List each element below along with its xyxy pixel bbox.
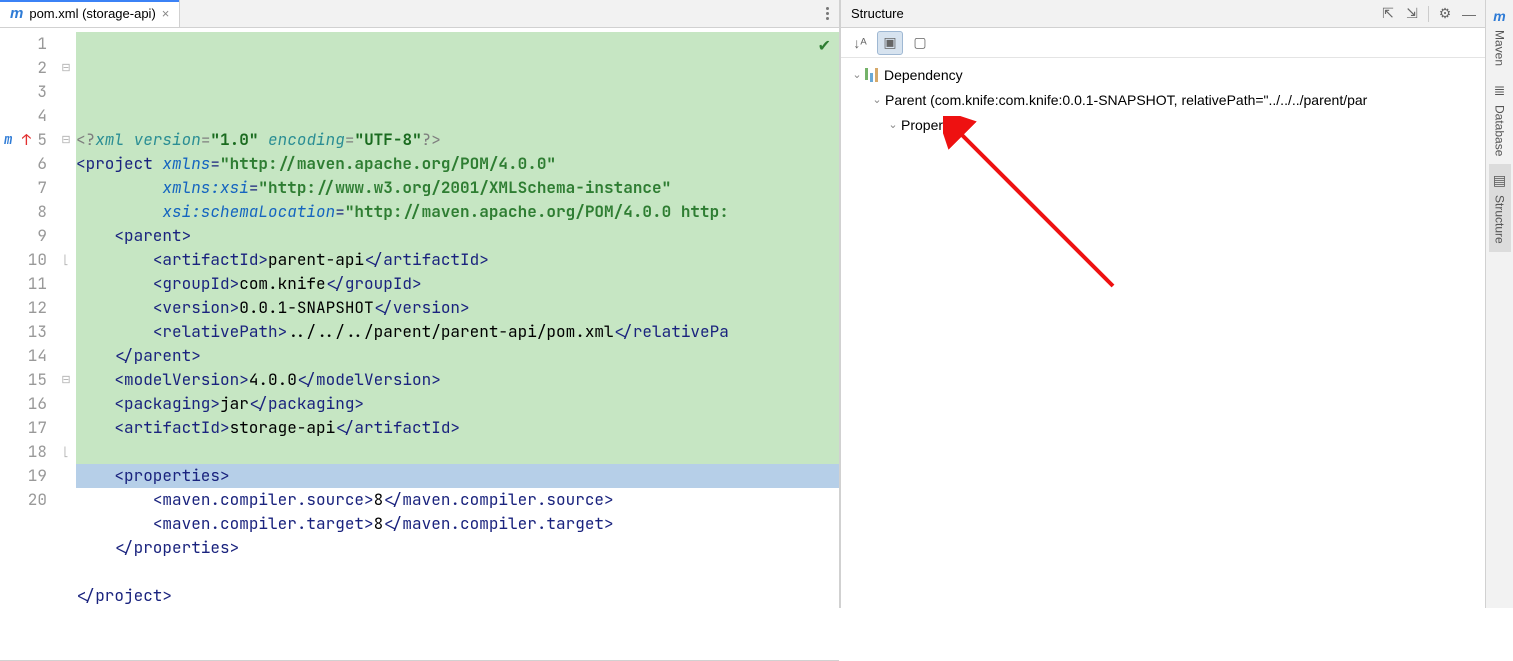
tab-menu-icon[interactable] [815,0,839,27]
structure-title: Structure [851,6,1376,21]
fold-icon[interactable]: ⊟ [56,56,76,80]
tool-database[interactable]: ≣ Database [1489,74,1511,164]
arrow-up-icon: ↑ [22,128,31,152]
collapse-all-icon[interactable]: ⇲ [1400,2,1424,26]
maven-marker-icon[interactable]: m [4,128,12,152]
fold-gutter: ⊟ ⊟ ⎣ ⊟ ⎣ [56,28,76,660]
chevron-down-icon[interactable]: ⌄ [869,93,885,106]
code-area[interactable]: ✔ <?xml version="1.0" encoding="UTF-8"?>… [76,28,839,660]
structure-tree[interactable]: ⌄ Dependency ⌄ Parent (com.knife:com.kni… [841,58,1485,608]
right-toolwindow-bar: m Maven ≣ Database ▤ Structure [1485,0,1513,608]
database-icon: ≣ [1494,82,1506,99]
structure-toolbar: ↓ᴬ ▣ ▢ [841,28,1485,58]
inspection-ok-icon[interactable]: ✔ [818,34,831,58]
editor-panel: m pom.xml (storage-api) × 1 2 3 4 m ↑ 5 … [0,0,839,661]
editor-tabbar: m pom.xml (storage-api) × [0,0,839,28]
maven-icon: m [1493,8,1505,24]
tree-row-properties[interactable]: ⌄ Properties [841,112,1485,137]
annotation-arrow-icon [943,116,1123,296]
hide-icon[interactable]: — [1457,2,1481,26]
structure-icon: ▤ [1493,172,1506,189]
chevron-down-icon[interactable]: ⌄ [885,118,901,131]
tree-row-dependency[interactable]: ⌄ Dependency [841,62,1485,87]
tab-label: pom.xml (storage-api) [29,6,155,21]
chevron-down-icon[interactable]: ⌄ [849,68,865,81]
sort-alpha-icon[interactable]: ↓ᴬ [847,31,873,55]
editor-tab-pom[interactable]: m pom.xml (storage-api) × [0,0,180,27]
fold-icon[interactable]: ⊟ [56,368,76,392]
line-gutter: 1 2 3 4 m ↑ 5 6 7 8 9 10 11 12 13 14 15 [0,28,56,660]
close-icon[interactable]: × [162,6,170,21]
fold-end-icon[interactable]: ⎣ [56,248,76,272]
maven-file-icon: m [10,5,23,22]
dependency-icon [865,68,878,82]
fold-end-icon[interactable]: ⎣ [56,440,76,464]
tool-maven[interactable]: m Maven [1489,0,1511,74]
tree-row-parent[interactable]: ⌄ Parent (com.knife:com.knife:0.0.1-SNAP… [841,87,1485,112]
autoscroll-from-source-icon[interactable]: ▢ [907,31,933,55]
autoscroll-to-source-icon[interactable]: ▣ [877,31,903,55]
expand-all-icon[interactable]: ⇱ [1376,2,1400,26]
editor-body[interactable]: 1 2 3 4 m ↑ 5 6 7 8 9 10 11 12 13 14 15 [0,28,839,660]
settings-icon[interactable]: ⚙ [1433,2,1457,26]
tool-structure[interactable]: ▤ Structure [1489,164,1511,252]
fold-icon[interactable]: ⊟ [56,128,76,152]
structure-panel: Structure ⇱ ⇲ ⚙ — ↓ᴬ ▣ ▢ ⌄ Dependency ⌄ … [841,0,1485,608]
